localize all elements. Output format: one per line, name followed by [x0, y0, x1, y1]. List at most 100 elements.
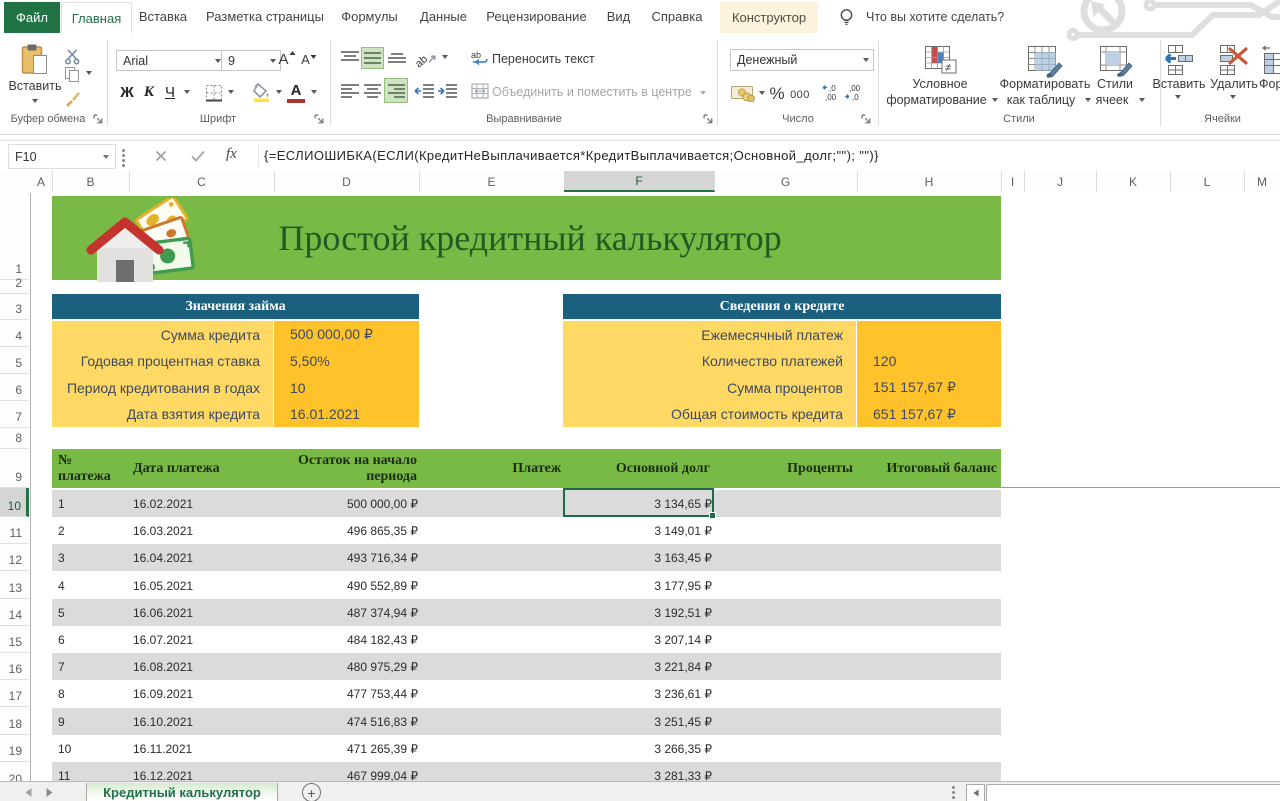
cell-balance[interactable]: 500 000,00 ₽: [274, 490, 418, 517]
row-header-14[interactable]: 14: [0, 599, 29, 626]
accounting-format-icon[interactable]: [731, 84, 755, 102]
cell-principal[interactable]: 3 281,33 ₽: [564, 762, 712, 781]
cancel-icon[interactable]: [155, 150, 167, 162]
row-header-17[interactable]: 17: [0, 680, 29, 707]
cell-balance[interactable]: 474 516,83 ₽: [274, 708, 418, 735]
format-as-table-label-2[interactable]: как таблицу: [995, 93, 1087, 107]
cell-date[interactable]: 16.08.2021: [133, 653, 253, 680]
column-header-E[interactable]: E: [419, 171, 565, 192]
active-cell-selection[interactable]: [563, 488, 714, 517]
cell-num[interactable]: 4: [58, 572, 118, 599]
loan_info-label[interactable]: Ежемесячный платеж: [563, 321, 856, 348]
cell-principal[interactable]: 3 266,35 ₽: [564, 735, 712, 762]
tab-file[interactable]: Файл: [4, 2, 60, 33]
loan_info-label[interactable]: Сумма процентов: [563, 374, 856, 401]
cell-styles-caret[interactable]: [1139, 98, 1145, 102]
schedule-row-4[interactable]: 416.05.2021490 552,89 ₽3 177,95 ₽: [52, 572, 1001, 599]
loan_values-label[interactable]: Годовая процентная ставка: [52, 348, 273, 374]
loan_info-value[interactable]: 651 157,67 ₽: [857, 401, 1001, 427]
enter-icon[interactable]: [191, 150, 205, 162]
paste-icon[interactable]: [21, 44, 49, 76]
tab-view[interactable]: Вид: [600, 0, 637, 33]
cell-num[interactable]: 7: [58, 653, 118, 680]
align-center-icon[interactable]: [363, 83, 382, 99]
format-as-table-icon[interactable]: [1028, 46, 1064, 78]
cell-principal[interactable]: 3 221,84 ₽: [564, 653, 712, 680]
loan_info-value[interactable]: [857, 321, 1001, 348]
increase-decimal-icon[interactable]: ,0 ,00: [822, 83, 842, 103]
row-header-1[interactable]: 1: [0, 193, 29, 280]
row-header-15[interactable]: 15: [0, 626, 29, 653]
tell-me-box[interactable]: Что вы хотите сделать?: [866, 0, 1004, 33]
loan_info-label[interactable]: Количество платежей: [563, 348, 856, 374]
row-header-9[interactable]: 9: [0, 449, 29, 488]
cell-num[interactable]: 8: [58, 680, 118, 707]
tab-review[interactable]: Рецензирование: [475, 0, 598, 33]
cell-num[interactable]: 9: [58, 708, 118, 735]
column-header-M[interactable]: M: [1244, 171, 1280, 192]
loan_values-value[interactable]: 10: [274, 374, 419, 401]
decrease-decimal-icon[interactable]: ,00 ,0: [844, 83, 864, 103]
cell-num[interactable]: 11: [58, 762, 118, 781]
tab-help[interactable]: Справка: [639, 0, 715, 33]
wrap-text-icon[interactable]: ab: [471, 50, 489, 66]
number-format-combo[interactable]: Денежный: [730, 49, 874, 71]
new-sheet-button[interactable]: +: [302, 783, 321, 801]
delete-cells-label[interactable]: Удалить: [1204, 77, 1264, 91]
insert-cells-icon[interactable]: [1164, 45, 1194, 75]
orientation-dropdown-caret[interactable]: [442, 55, 448, 59]
loan_info-value[interactable]: 151 157,67 ₽: [857, 374, 1001, 401]
cell-date[interactable]: 16.09.2021: [133, 680, 253, 707]
tabbar-resize-dots[interactable]: [952, 786, 955, 799]
borders-icon[interactable]: [205, 84, 223, 102]
horizontal-scrollbar[interactable]: [986, 784, 1280, 801]
cell-balance[interactable]: 487 374,94 ₽: [274, 599, 418, 626]
tab-home[interactable]: Главная: [61, 2, 132, 33]
align-middle-icon[interactable]: [363, 50, 382, 66]
merge-dropdown-caret[interactable]: [700, 91, 706, 95]
align-left-icon[interactable]: [340, 83, 360, 99]
row-header-20[interactable]: 20: [0, 762, 29, 781]
row-header-19[interactable]: 19: [0, 735, 29, 762]
number-dialog-launcher[interactable]: [861, 114, 873, 126]
schedule-row-7[interactable]: 716.08.2021480 975,29 ₽3 221,84 ₽: [52, 653, 1001, 680]
loan_info-label[interactable]: Общая стоимость кредита: [563, 401, 856, 427]
font-size-combo[interactable]: 9: [221, 50, 281, 71]
schedule-row-2[interactable]: 216.03.2021496 865,35 ₽3 149,01 ₽: [52, 517, 1001, 544]
schedule-row-3[interactable]: 316.04.2021493 716,34 ₽3 163,45 ₽: [52, 544, 1001, 571]
column-header-J[interactable]: J: [1024, 171, 1097, 192]
row-header-11[interactable]: 11: [0, 517, 29, 544]
conditional-formatting-icon[interactable]: ≠: [925, 46, 957, 76]
cell-principal[interactable]: 3 192,51 ₽: [564, 599, 712, 626]
cell-principal[interactable]: 3 163,45 ₽: [564, 544, 712, 571]
cell-principal[interactable]: 3 207,14 ₽: [564, 626, 712, 653]
fill-handle[interactable]: [709, 512, 716, 519]
loan_values-value[interactable]: 5,50%: [274, 348, 419, 374]
conditional-formatting-label-2[interactable]: форматирование: [884, 93, 989, 107]
tab-insert[interactable]: Вставка: [133, 0, 193, 33]
cell-balance[interactable]: 477 753,44 ₽: [274, 680, 418, 707]
loan_values-label[interactable]: Период кредитования в годах: [52, 374, 273, 401]
cell-date[interactable]: 16.06.2021: [133, 599, 253, 626]
schedule-header-date[interactable]: Дата платежа: [133, 449, 220, 488]
cell-date[interactable]: 16.07.2021: [133, 626, 253, 653]
row-header-13[interactable]: 13: [0, 571, 29, 599]
sheet-nav-next-icon[interactable]: [46, 788, 53, 797]
formula-input[interactable]: {=ЕСЛИОШИБКА(ЕСЛИ(КредитНеВыплачивается*…: [258, 144, 879, 167]
tab-page-layout[interactable]: Разметка страницы: [210, 0, 320, 33]
schedule-row-10[interactable]: 1016.11.2021471 265,39 ₽3 266,35 ₽: [52, 735, 1001, 762]
font-name-combo[interactable]: Arial: [116, 50, 226, 71]
loan_values-value[interactable]: 16.01.2021: [274, 401, 419, 427]
comma-style-button[interactable]: 000: [789, 85, 811, 105]
italic-button[interactable]: К: [140, 82, 158, 102]
column-header-A[interactable]: A: [30, 171, 53, 192]
format-as-table-label-1[interactable]: Форматировать: [995, 77, 1095, 91]
sheet-tab-active[interactable]: Кредитный калькулятор: [86, 783, 278, 801]
format-painter-icon[interactable]: [64, 90, 81, 107]
align-right-icon[interactable]: [387, 83, 406, 99]
cell-date[interactable]: 16.11.2021: [133, 735, 253, 762]
cell-styles-label-1[interactable]: Стили: [1090, 77, 1140, 91]
font-color-dropdown-caret[interactable]: [311, 90, 317, 94]
row-header-3[interactable]: 3: [0, 294, 29, 320]
schedule-header-balance[interactable]: Остаток на начало периода: [274, 453, 417, 485]
